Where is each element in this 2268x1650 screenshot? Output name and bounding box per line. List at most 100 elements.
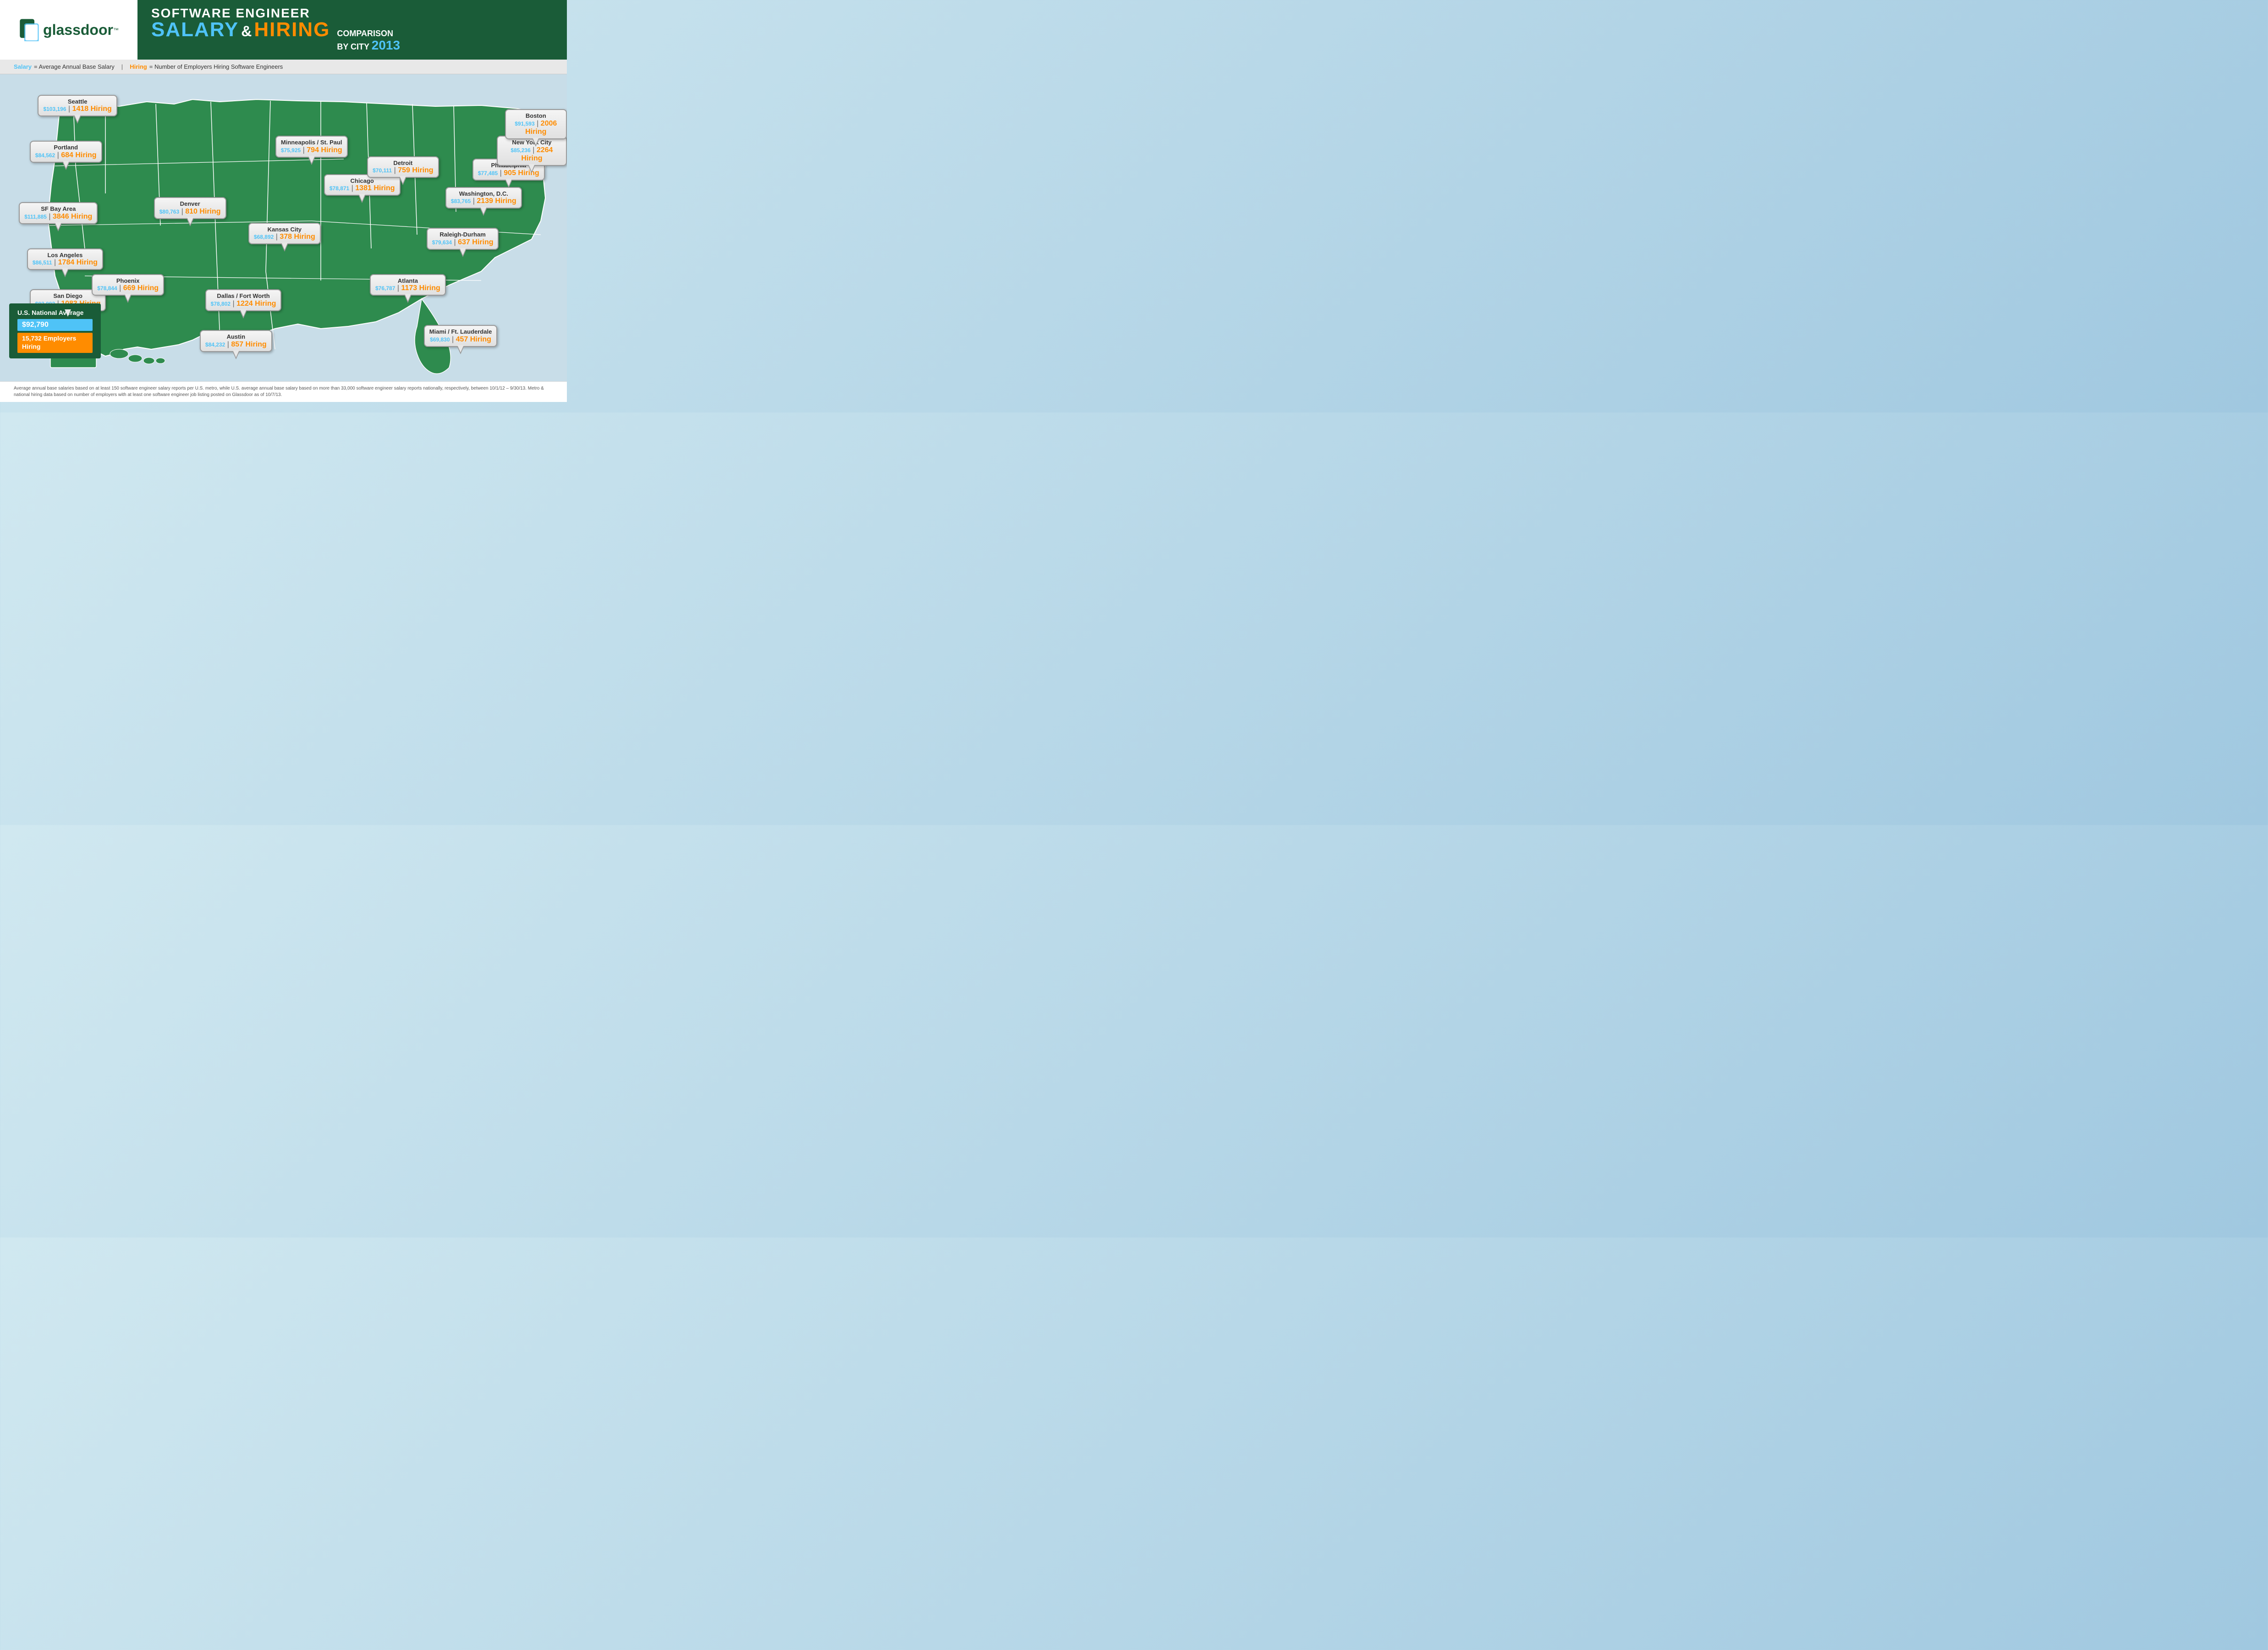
city-hiring: 1784 Hiring <box>58 258 98 266</box>
city-divider: | <box>392 166 398 174</box>
city-name: Los Angeles <box>33 252 98 259</box>
city-hiring: 2139 Hiring <box>477 197 516 205</box>
city-divider: | <box>349 184 355 192</box>
city-salary: $85,236 <box>511 147 530 154</box>
city-hiring: 684 Hiring <box>61 151 96 159</box>
national-avg-title: U.S. National Average <box>17 309 93 316</box>
city-hiring: 1173 Hiring <box>401 284 440 292</box>
city-label: Seattle$103,196 | 1418 Hiring <box>38 95 117 117</box>
city-divider: | <box>274 233 280 241</box>
city-hiring: 669 Hiring <box>123 284 159 292</box>
city-data: $103,196 | 1418 Hiring <box>43 105 111 113</box>
city-data: $78,844 | 669 Hiring <box>97 284 159 292</box>
city-data: $91,593 | 2006 Hiring <box>511 120 561 136</box>
city-data: $69,830 | 457 Hiring <box>429 336 492 344</box>
city-hiring: 637 Hiring <box>458 238 493 246</box>
city-divider: | <box>395 284 401 292</box>
city-divider: | <box>498 169 504 177</box>
title-line2: SALARY & HIRING COMPARISON BY CITY 2013 <box>151 20 400 53</box>
legend-salary-text: = Average Annual Base Salary <box>34 63 115 70</box>
title-line1: SOFTWARE ENGINEER <box>151 7 400 20</box>
logo-area: glassdoor™ <box>0 0 137 60</box>
city-salary: $75,925 <box>281 147 301 154</box>
city-divider: | <box>66 105 72 113</box>
city-name: Phoenix <box>97 277 159 285</box>
city-salary: $84,232 <box>205 341 225 348</box>
city-salary: $103,196 <box>43 106 66 112</box>
city-data: $86,511 | 1784 Hiring <box>33 258 98 267</box>
city-salary: $83,765 <box>451 198 471 204</box>
logo-tm: ™ <box>113 27 119 33</box>
city-hiring: 1418 Hiring <box>72 105 112 113</box>
city-divider: | <box>531 146 537 154</box>
logo-container: glassdoor™ <box>19 18 119 41</box>
city-label: Dallas / Fort Worth$78,802 | 1224 Hiring <box>205 289 282 311</box>
city-label: Miami / Ft. Lauderdale$69,830 | 457 Hiri… <box>424 325 498 347</box>
city-divider: | <box>52 258 58 266</box>
city-label: Portland$84,562 | 684 Hiring <box>30 141 102 163</box>
city-label: Kansas City$68,892 | 378 Hiring <box>248 223 321 245</box>
city-name: Minneapolis / St. Paul <box>281 139 342 146</box>
city-name: San Diego <box>35 292 101 300</box>
city-hiring: 1224 Hiring <box>236 300 276 308</box>
legend-hiring-label: Hiring <box>130 63 147 70</box>
title-by-city: BY CITY 2013 <box>337 38 400 53</box>
city-label: Washington, D.C.$83,765 | 2139 Hiring <box>445 187 522 209</box>
city-divider: | <box>301 146 307 154</box>
city-label: Phoenix$78,844 | 669 Hiring <box>92 274 164 296</box>
city-salary: $77,485 <box>478 170 498 176</box>
city-data: $79,634 | 637 Hiring <box>432 238 494 247</box>
city-name: Boston <box>511 112 561 120</box>
title-main: SOFTWARE ENGINEER SALARY & HIRING COMPAR… <box>151 7 400 53</box>
map-area: Seattle$103,196 | 1418 HiringPortland$84… <box>0 74 567 381</box>
city-hiring: 378 Hiring <box>280 233 315 241</box>
city-salary: $78,871 <box>329 185 349 192</box>
city-hiring: 457 Hiring <box>456 336 491 343</box>
city-label: Los Angeles$86,511 | 1784 Hiring <box>27 248 103 270</box>
city-name: Portland <box>35 144 97 151</box>
city-name: Austin <box>205 333 267 341</box>
city-label: Denver$80,763 | 810 Hiring <box>154 197 226 219</box>
national-avg-hiring: 15,732 Employers Hiring <box>22 335 76 350</box>
city-label: Atlanta$76,787 | 1173 Hiring <box>370 274 446 296</box>
city-name: Chicago <box>329 177 395 185</box>
city-label: Boston$91,593 | 2006 Hiring <box>505 109 567 139</box>
city-salary: $111,885 <box>24 214 47 220</box>
city-name: Seattle <box>43 98 111 105</box>
city-salary: $76,787 <box>375 285 395 292</box>
city-name: Miami / Ft. Lauderdale <box>429 328 492 336</box>
city-data: $70,111 | 759 Hiring <box>373 166 433 175</box>
city-name: Raleigh-Durham <box>432 231 494 238</box>
logo-text: glassdoor <box>43 22 113 38</box>
city-data: $76,787 | 1173 Hiring <box>375 284 440 292</box>
title-hiring: HIRING <box>254 20 330 40</box>
national-avg-salary-bar: $92,790 <box>17 319 93 331</box>
legend-bar: Salary = Average Annual Base Salary | Hi… <box>0 60 567 74</box>
city-hiring: 794 Hiring <box>307 146 342 154</box>
title-amp: & <box>241 24 252 38</box>
city-salary: $78,802 <box>211 301 231 307</box>
city-label: SF Bay Area$111,885 | 3846 Hiring <box>19 202 98 224</box>
national-avg-salary: $92,790 <box>22 321 49 329</box>
city-salary: $69,830 <box>430 336 450 343</box>
city-salary: $80,763 <box>159 209 179 215</box>
city-label: Minneapolis / St. Paul$75,925 | 794 Hiri… <box>275 136 348 158</box>
city-label: Austin$84,232 | 857 Hiring <box>200 330 272 352</box>
title-comparison-text: COMPARISON <box>337 29 400 38</box>
city-hiring: 759 Hiring <box>398 166 433 174</box>
city-label: Detroit$70,111 | 759 Hiring <box>367 156 439 178</box>
city-name: Detroit <box>373 160 433 167</box>
legend-salary-label: Salary <box>14 63 32 70</box>
city-divider: | <box>231 300 236 308</box>
title-area: SOFTWARE ENGINEER SALARY & HIRING COMPAR… <box>137 0 567 60</box>
city-hiring: 857 Hiring <box>231 341 266 348</box>
city-divider: | <box>117 284 123 292</box>
city-name: Atlanta <box>375 277 440 285</box>
city-hiring: 3846 Hiring <box>53 213 92 220</box>
city-salary: $91,593 <box>515 121 534 127</box>
city-divider: | <box>535 120 541 127</box>
legend-hiring-text: = Number of Employers Hiring Software En… <box>149 63 283 70</box>
city-divider: | <box>471 197 477 205</box>
city-salary: $70,111 <box>373 167 392 174</box>
legend-divider: | <box>121 63 123 70</box>
